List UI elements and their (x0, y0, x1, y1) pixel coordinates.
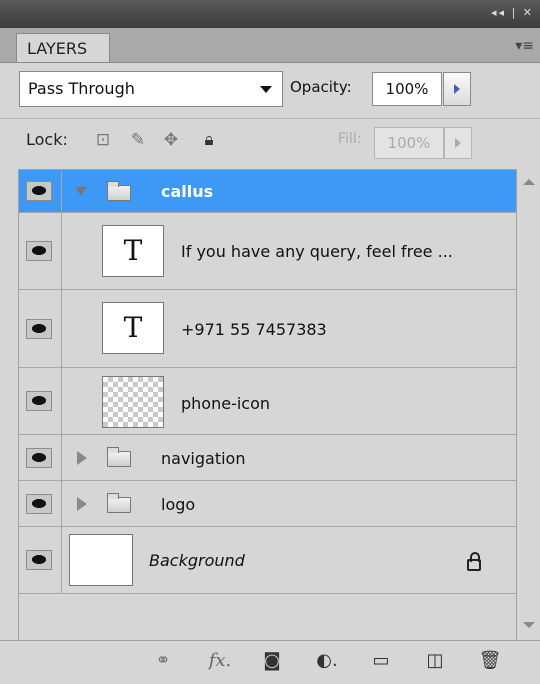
visibility-toggle[interactable] (19, 481, 62, 526)
layer-row-navigation[interactable]: navigation (19, 435, 516, 481)
lock-transparent-icon[interactable]: ⊡ (93, 130, 113, 150)
eye-icon (26, 550, 52, 570)
tab-layers[interactable]: LAYERS (16, 33, 110, 62)
visibility-toggle[interactable] (19, 435, 62, 480)
layer-name: navigation (161, 449, 246, 468)
layer-name: If you have any query, feel free ... (181, 242, 453, 261)
expand-triangle-icon[interactable] (77, 497, 87, 511)
expand-triangle-icon[interactable] (77, 451, 87, 465)
eye-icon (26, 493, 52, 514)
fill-input[interactable]: 100% (374, 127, 444, 159)
panel-footer: ⚭ fx. ◙ ◐. ▭ ◫ 🗑︎ (0, 640, 540, 684)
layer-name: +971 55 7457383 (181, 320, 327, 339)
scroll-up-icon[interactable] (523, 179, 535, 185)
new-layer-icon[interactable]: ◫ (423, 649, 447, 673)
add-mask-icon[interactable]: ◙ (260, 649, 284, 673)
blend-mode-value: Pass Through (28, 79, 135, 98)
window-controls[interactable]: ◂◂ | ✕ (491, 6, 534, 19)
tab-row: LAYERS ▾≡ (0, 28, 540, 63)
layer-row-logo[interactable]: logo (19, 481, 516, 527)
text-layer-thumbnail: T (102, 225, 164, 277)
fill-label: Fill: (338, 131, 362, 147)
layer-name: phone-icon (181, 394, 271, 413)
layer-style-icon[interactable]: fx. (204, 649, 236, 673)
layer-row-text[interactable]: T +971 55 7457383 (19, 290, 516, 368)
lock-label: Lock: (26, 130, 68, 149)
scroll-down-icon[interactable] (523, 622, 535, 628)
opacity-slider-button[interactable] (443, 72, 471, 106)
scrollbar[interactable] (516, 169, 540, 640)
folder-icon (107, 181, 131, 201)
panel-menu-icon[interactable]: ▾≡ (515, 38, 534, 54)
panel-titlebar: ◂◂ | ✕ (0, 0, 540, 28)
folder-icon (107, 493, 131, 513)
link-layers-icon[interactable]: ⚭ (148, 649, 178, 673)
eye-icon (26, 181, 52, 201)
layer-row-background[interactable]: Background (19, 527, 516, 594)
opacity-input[interactable]: 100% (372, 72, 442, 106)
trash-icon[interactable]: 🗑︎ (478, 649, 502, 673)
visibility-toggle[interactable] (19, 170, 62, 212)
visibility-toggle[interactable] (19, 527, 62, 593)
layer-row-text[interactable]: T If you have any query, feel free ... (19, 213, 516, 290)
background-thumbnail (69, 534, 133, 586)
collapse-triangle-icon[interactable] (75, 187, 87, 196)
eye-icon (26, 447, 52, 468)
adjustment-layer-icon[interactable]: ◐. (312, 649, 342, 673)
blend-mode-select[interactable]: Pass Through (19, 71, 283, 107)
layer-name: callus (161, 182, 214, 201)
new-group-icon[interactable]: ▭ (369, 649, 393, 673)
fill-slider-button[interactable] (444, 127, 472, 159)
opacity-label: Opacity: (290, 78, 352, 96)
lock-move-icon[interactable]: ✥ (161, 130, 181, 150)
layer-row-callus[interactable]: callus (19, 170, 516, 213)
image-layer-thumbnail (102, 376, 164, 428)
lock-icon (467, 552, 481, 571)
layer-name: Background (149, 551, 245, 570)
text-layer-thumbnail: T (102, 302, 164, 354)
lock-brush-icon[interactable]: ✎ (128, 130, 148, 150)
layer-row-phone-icon[interactable]: phone-icon (19, 368, 516, 435)
chevron-down-icon (260, 86, 272, 93)
eye-icon (26, 318, 52, 339)
visibility-toggle[interactable] (19, 368, 62, 434)
lock-all-icon[interactable]: 🔒︎ (199, 130, 219, 150)
eye-icon (26, 241, 52, 261)
eye-icon (26, 391, 52, 411)
visibility-toggle[interactable] (19, 290, 62, 367)
layer-name: logo (161, 495, 196, 514)
divider (0, 118, 540, 119)
layers-list: callus T If you have any query, feel fre… (18, 169, 516, 640)
visibility-toggle[interactable] (19, 213, 62, 289)
folder-icon (107, 447, 131, 467)
